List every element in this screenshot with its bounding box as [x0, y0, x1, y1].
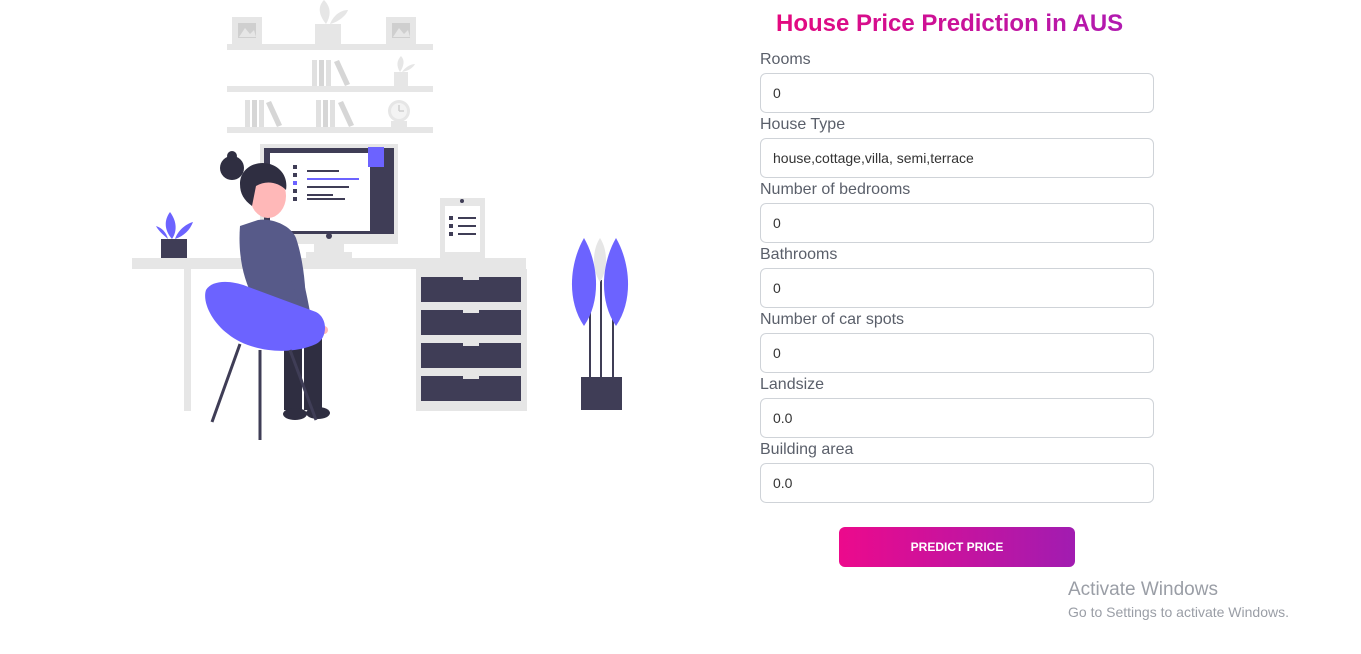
- building-area-input[interactable]: [760, 463, 1154, 503]
- building-area-field-group: Building area: [760, 440, 1154, 503]
- rooms-field-group: Rooms: [760, 50, 1154, 113]
- car-spots-input[interactable]: [760, 333, 1154, 373]
- house-type-field-group: House Type: [760, 115, 1154, 178]
- activate-windows-watermark: Activate Windows Go to Settings to activ…: [1068, 578, 1289, 622]
- landsize-field-group: Landsize: [760, 375, 1154, 438]
- rooms-input[interactable]: [760, 73, 1154, 113]
- predict-price-button[interactable]: PREDICT PRICE: [839, 527, 1075, 567]
- bathrooms-input[interactable]: [760, 268, 1154, 308]
- house-type-input[interactable]: [760, 138, 1154, 178]
- car-spots-label: Number of car spots: [760, 311, 905, 328]
- watermark-subtitle: Go to Settings to activate Windows.: [1068, 604, 1289, 620]
- bedrooms-input[interactable]: [760, 203, 1154, 243]
- rooms-label: Rooms: [760, 51, 811, 68]
- bedrooms-label: Number of bedrooms: [760, 181, 911, 198]
- watermark-title: Activate Windows: [1068, 579, 1218, 600]
- person-at-desk-illustration: [120, 0, 650, 450]
- landsize-input[interactable]: [760, 398, 1154, 438]
- page: House Price Prediction in AUS Rooms Hous…: [0, 0, 1361, 654]
- house-type-label: House Type: [760, 116, 846, 133]
- bathrooms-label: Bathrooms: [760, 246, 838, 263]
- landsize-label: Landsize: [760, 376, 825, 393]
- bookshelf-icon: [227, 0, 433, 133]
- bathrooms-field-group: Bathrooms: [760, 245, 1154, 308]
- building-area-label: Building area: [760, 441, 854, 458]
- car-spots-field-group: Number of car spots: [760, 310, 1154, 373]
- clipboard-icon: [440, 198, 485, 258]
- small-plant-icon: [156, 212, 193, 258]
- page-title: House Price Prediction in AUS: [776, 10, 1124, 37]
- desk-icon: [132, 258, 527, 411]
- bedrooms-field-group: Number of bedrooms: [760, 180, 1154, 243]
- floor-plant-icon: [571, 238, 629, 410]
